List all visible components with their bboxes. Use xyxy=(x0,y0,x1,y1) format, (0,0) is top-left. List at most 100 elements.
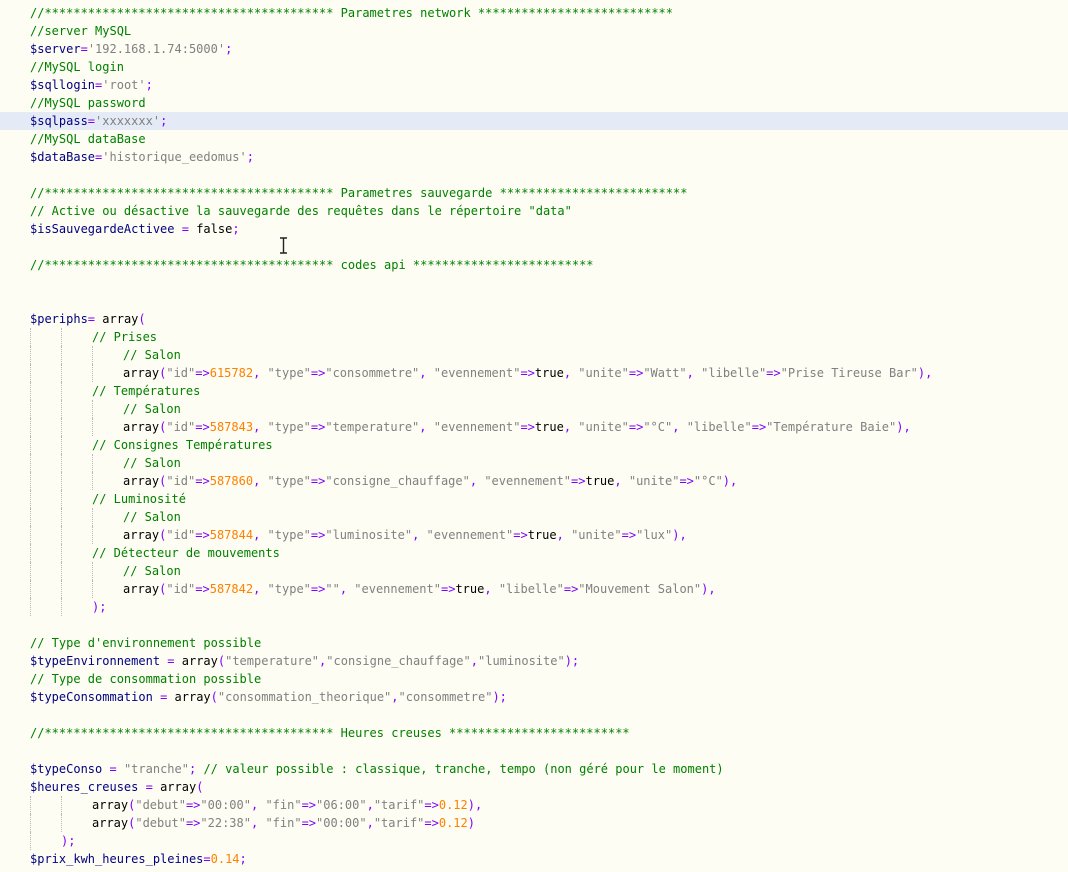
code-text: //**************************************… xyxy=(30,724,630,742)
code-line[interactable]: // Salon xyxy=(0,400,1068,418)
code-line[interactable]: array("id"=>587860, "type"=>"consigne_ch… xyxy=(0,472,1068,490)
code-line[interactable]: ); xyxy=(0,832,1068,850)
code-token-kw: array xyxy=(123,474,160,488)
code-line[interactable]: //**************************************… xyxy=(0,4,1068,22)
code-line[interactable]: $server='192.168.1.74:5000'; xyxy=(0,40,1068,58)
code-token-kw: true xyxy=(455,582,485,596)
code-line[interactable]: array("debut"=>"22:38", "fin"=>"00:00","… xyxy=(0,814,1068,832)
code-token-kw: array xyxy=(123,582,160,596)
code-line[interactable]: $dataBase='historique_eedomus'; xyxy=(0,148,1068,166)
indent-guide xyxy=(92,580,93,598)
code-token-str: "id" xyxy=(166,474,196,488)
code-line[interactable]: // Active ou désactive la sauvegarde des… xyxy=(0,202,1068,220)
code-token-str: "unite" xyxy=(578,366,629,380)
code-token-str: "Prise Tireuse Bar" xyxy=(780,366,918,380)
code-line[interactable]: $typeConsommation = array("consommation_… xyxy=(0,688,1068,706)
code-line[interactable] xyxy=(0,706,1068,724)
indent-guide xyxy=(30,580,31,598)
code-token-comment: // Salon xyxy=(123,456,181,470)
code-token-comment: //**************************************… xyxy=(30,6,673,20)
code-token-str: "libelle" xyxy=(701,366,767,380)
code-token-comment: //**************************************… xyxy=(30,258,594,272)
code-line[interactable]: $isSauvegardeActivee = false; xyxy=(0,220,1068,238)
indent-guide xyxy=(30,832,31,850)
indent-guide xyxy=(92,562,93,580)
code-line[interactable]: array("debut"=>"00:00", "fin"=>"06:00","… xyxy=(0,796,1068,814)
code-token-str: "debut" xyxy=(135,798,186,812)
code-token-op: , xyxy=(556,528,564,542)
code-token-op: => xyxy=(195,366,210,380)
code-line[interactable] xyxy=(0,166,1068,184)
code-token-op: = xyxy=(80,42,88,56)
code-line[interactable]: // Type de consommation possible xyxy=(0,670,1068,688)
code-token-str: "id" xyxy=(166,366,196,380)
code-line[interactable]: array("id"=>587844, "type"=>"luminosite"… xyxy=(0,526,1068,544)
code-line[interactable]: $sqllogin='root'; xyxy=(0,76,1068,94)
code-token-op: , xyxy=(484,582,492,596)
code-line[interactable]: // Salon xyxy=(0,562,1068,580)
code-line[interactable]: // Températures xyxy=(0,382,1068,400)
code-line[interactable]: array("id"=>587842, "type"=>"", "evennem… xyxy=(0,580,1068,598)
code-line[interactable]: array("id"=>587843, "type"=>"temperature… xyxy=(0,418,1068,436)
code-line[interactable] xyxy=(0,274,1068,292)
code-line[interactable]: $heures_creuses = array( xyxy=(0,778,1068,796)
code-token-op: => xyxy=(185,816,201,830)
code-line[interactable]: // Type d'environnement possible xyxy=(0,634,1068,652)
code-line[interactable]: $prix_kwh_heures_pleines=0.14; xyxy=(0,850,1068,868)
code-token-str: "unite" xyxy=(571,528,622,542)
code-token-comment: // valeur possible : classique, tranche,… xyxy=(203,762,724,776)
code-line[interactable]: // Salon xyxy=(0,346,1068,364)
code-token-str: "temperature" xyxy=(225,654,320,668)
code-line[interactable]: $sqlpass='xxxxxxx'; xyxy=(0,112,1068,130)
code-line[interactable] xyxy=(0,238,1068,256)
code-line[interactable]: // Salon xyxy=(0,508,1068,526)
code-line[interactable] xyxy=(0,742,1068,760)
code-token-op: => xyxy=(766,366,781,380)
code-token-op: => xyxy=(751,420,767,434)
code-token-kw: array xyxy=(102,312,139,326)
code-line[interactable]: //server MySQL xyxy=(0,22,1068,40)
code-line[interactable]: //MySQL dataBase xyxy=(0,130,1068,148)
code-line[interactable] xyxy=(0,616,1068,634)
code-token-str: "lux" xyxy=(636,528,673,542)
code-token-kw: true xyxy=(534,420,564,434)
code-text: // Active ou désactive la sauvegarde des… xyxy=(30,202,572,220)
code-token-op: ; xyxy=(160,114,168,128)
code-token-str: "libelle" xyxy=(498,582,564,596)
code-line[interactable] xyxy=(0,292,1068,310)
code-line[interactable]: // Prises xyxy=(0,328,1068,346)
code-token-str: "unite" xyxy=(578,420,629,434)
code-token-str: "°C" xyxy=(643,420,673,434)
code-token-op: = xyxy=(87,114,96,128)
code-line[interactable]: ); xyxy=(0,598,1068,616)
code-editor[interactable]: //**************************************… xyxy=(0,0,1068,872)
code-token-str: "fin" xyxy=(265,816,302,830)
code-token-str: "" xyxy=(325,582,340,596)
indent-guide xyxy=(92,472,93,490)
code-token-op: ; xyxy=(246,150,254,164)
code-line[interactable]: //**************************************… xyxy=(0,184,1068,202)
code-line[interactable]: //**************************************… xyxy=(0,724,1068,742)
code-line[interactable]: //MySQL password xyxy=(0,94,1068,112)
code-line[interactable]: $periphs= array( xyxy=(0,310,1068,328)
code-line[interactable]: $typeConso = "tranche"; // valeur possib… xyxy=(0,760,1068,778)
code-token-kw: array xyxy=(123,366,160,380)
indent-guide xyxy=(61,400,62,418)
code-text: $typeEnvironnement = array("temperature"… xyxy=(30,652,579,670)
code-line[interactable]: // Luminosité xyxy=(0,490,1068,508)
code-line[interactable]: // Détecteur de mouvements xyxy=(0,544,1068,562)
indent-guide xyxy=(61,454,62,472)
code-line[interactable]: $typeEnvironnement = array("temperature"… xyxy=(0,652,1068,670)
code-line[interactable]: //**************************************… xyxy=(0,256,1068,274)
code-token-op: = xyxy=(145,780,153,794)
code-line[interactable]: // Consignes Températures xyxy=(0,436,1068,454)
code-text: ); xyxy=(61,832,75,850)
code-line[interactable]: //MySQL login xyxy=(0,58,1068,76)
code-text: // Salon xyxy=(123,562,181,580)
code-token-str: "evennement" xyxy=(426,528,514,542)
code-token-str: "evennement" xyxy=(433,366,521,380)
code-line[interactable]: // Salon xyxy=(0,454,1068,472)
code-text: // Type de consommation possible xyxy=(30,670,261,688)
code-line[interactable]: array("id"=>615782, "type"=>"consommetre… xyxy=(0,364,1068,382)
